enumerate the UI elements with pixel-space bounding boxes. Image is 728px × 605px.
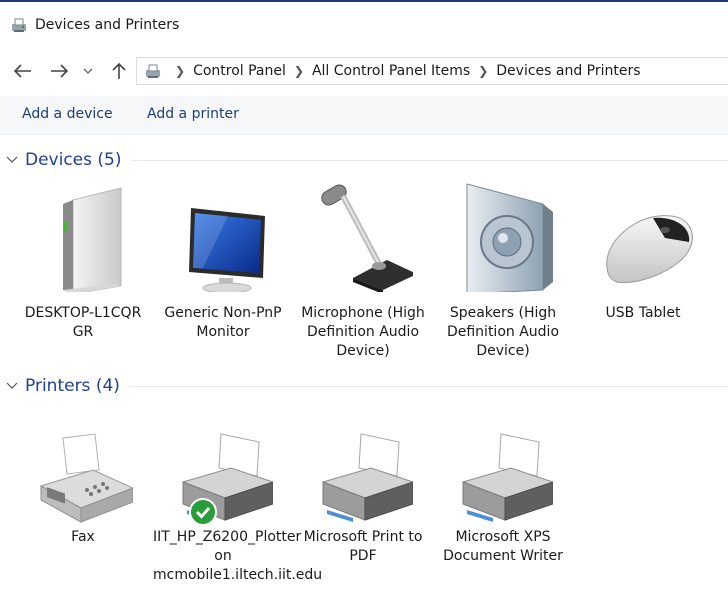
- printer-label: Microsoft XPS Document Writer: [443, 529, 563, 564]
- device-label: Generic Non-PnP Monitor: [164, 305, 282, 340]
- printer-item-xps-writer[interactable]: Microsoft XPS Document Writer: [433, 420, 573, 580]
- device-item-usb-tablet[interactable]: USB Tablet: [573, 182, 713, 342]
- device-label: DESKTOP-L1CQR GR: [24, 305, 142, 340]
- devices-and-printers-icon: [12, 18, 26, 32]
- back-button[interactable]: [10, 58, 36, 84]
- device-label: Microphone (High Definition Audio Device…: [301, 305, 425, 359]
- printer-label: IIT_HP_Z6200_Plotter on mcmobile1.iltech…: [153, 529, 323, 583]
- printer-icon: [181, 433, 273, 522]
- devices-group-title: Devices (5): [25, 150, 122, 170]
- back-arrow-icon: [14, 64, 31, 78]
- breadcrumb-control-panel[interactable]: Control Panel: [193, 63, 286, 79]
- default-printer-check-icon: [189, 498, 217, 526]
- monitor-icon: [189, 208, 265, 292]
- printer-item-fax[interactable]: Fax: [13, 420, 153, 560]
- device-label: USB Tablet: [605, 305, 681, 321]
- printers-group-header[interactable]: Printers (4): [0, 374, 728, 398]
- breadcrumb-separator-icon[interactable]: ❯: [294, 64, 304, 78]
- forward-button[interactable]: [46, 58, 72, 84]
- title-bar: Devices and Printers: [0, 2, 728, 48]
- command-bar: Add a device Add a printer: [0, 96, 728, 135]
- device-item-monitor[interactable]: Generic Non-PnP Monitor: [153, 182, 293, 342]
- recent-locations-button[interactable]: [78, 58, 98, 84]
- microphone-icon: [321, 184, 413, 292]
- add-device-button[interactable]: Add a device: [22, 106, 113, 122]
- printers-group-title: Printers (4): [25, 376, 120, 396]
- printer-label: Fax: [71, 529, 95, 545]
- computer-tower-icon: [63, 187, 122, 292]
- device-label: Speakers (High Definition Audio Device): [446, 305, 560, 359]
- fax-icon: [39, 433, 133, 523]
- address-bar[interactable]: ❯ Control Panel ❯ All Control Panel Item…: [136, 57, 728, 85]
- chevron-down-icon[interactable]: [6, 379, 22, 393]
- up-button[interactable]: [106, 58, 132, 84]
- printer-item-print-to-pdf[interactable]: Microsoft Print to PDF: [293, 420, 433, 580]
- breadcrumb-separator-icon[interactable]: ❯: [478, 64, 488, 78]
- device-item-desktop[interactable]: DESKTOP-L1CQR GR: [13, 182, 153, 342]
- printer-icon: [321, 433, 413, 522]
- breadcrumb-devices-and-printers[interactable]: Devices and Printers: [496, 63, 640, 79]
- speaker-icon: [466, 183, 553, 292]
- group-divider: [129, 385, 728, 387]
- device-item-microphone[interactable]: Microphone (High Definition Audio Device…: [293, 182, 433, 367]
- mouse-icon: [606, 215, 693, 284]
- device-item-speakers[interactable]: Speakers (High Definition Audio Device): [433, 182, 573, 367]
- printer-label: Microsoft Print to PDF: [303, 529, 423, 564]
- breadcrumb-separator-icon[interactable]: ❯: [175, 64, 185, 78]
- printer-item-hp-plotter[interactable]: IIT_HP_Z6200_Plotter on mcmobile1.iltech…: [153, 420, 323, 605]
- chevron-down-icon[interactable]: [6, 153, 22, 167]
- printer-icon: [461, 433, 553, 522]
- forward-arrow-icon: [51, 64, 68, 78]
- group-divider: [131, 159, 728, 161]
- devices-and-printers-icon: [146, 64, 160, 78]
- up-arrow-icon: [112, 62, 126, 79]
- add-printer-button[interactable]: Add a printer: [147, 106, 239, 122]
- devices-group-header[interactable]: Devices (5): [0, 148, 728, 172]
- breadcrumb-all-control-panel-items[interactable]: All Control Panel Items: [312, 63, 470, 79]
- chevron-down-icon: [83, 68, 93, 74]
- window-title: Devices and Printers: [35, 17, 180, 33]
